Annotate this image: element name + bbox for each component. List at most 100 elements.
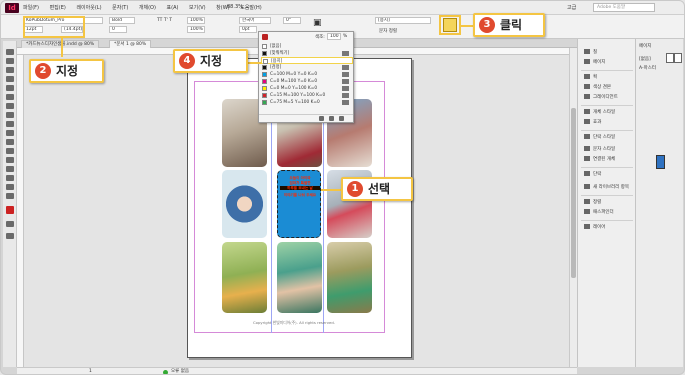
panel-object-styles[interactable]: 개체 스타일 [584,109,615,117]
card-text-line-4: 이야기를 나눠 주세요 [283,193,317,197]
panel-gradient[interactable]: 그레이디언트 [584,94,618,102]
card-text-line-1: 오늘이 아이와 [289,176,311,180]
pen-tool-icon[interactable] [6,103,14,109]
gradient-tool-icon[interactable] [6,157,14,163]
help-search-input[interactable]: Adobe 도움말 [593,3,655,12]
pages-a-master[interactable]: A-마스터 [639,65,656,71]
font-style-field[interactable]: Bold [109,17,135,24]
panel-effects[interactable]: 효과 [584,119,601,127]
card-text-line-3: 하루를 보내는 날 [280,186,320,190]
screen-mode-icon[interactable] [6,233,14,239]
callout-4-connector [247,62,261,64]
swatch-button-highlight [439,15,461,35]
selection-tool-icon[interactable] [6,49,14,55]
type-tool-icon[interactable] [6,85,14,91]
menu-layout[interactable]: 레이아웃(L) [76,5,101,11]
indesign-window: Id 파일(F) 편집(E) 레이아웃(L) 문자(T) 개체(O) 표(A) … [0,0,685,375]
panel-paragraph[interactable]: 단락 [584,171,601,179]
swatch-row-yellow[interactable]: C=0 M=0 Y=100 K=0 [261,85,353,92]
panel-pages[interactable]: 페이지 [584,59,605,67]
menu-file[interactable]: 파일(F) [23,5,39,11]
transform-tool-icon[interactable] [6,148,14,154]
callout-1: 1 선택 [341,177,413,201]
app-logo: Id [5,3,19,13]
tint-field[interactable]: 100 [327,33,341,40]
panel-fill[interactable]: 칠 [584,49,597,57]
vertical-scrollbar[interactable] [569,48,577,367]
swatch-row-red[interactable]: C=15 M=100 Y=100 K=0 [261,92,353,99]
baseline-field[interactable]: 0pt [239,26,257,33]
angle-field[interactable]: 0° [283,17,301,24]
panel-links[interactable]: 연결된 개체 [584,156,615,164]
fill-indicator-icon[interactable] [262,34,268,40]
apply-color-icon[interactable] [6,221,14,227]
panel-character-styles[interactable]: 문자 스타일 [584,146,615,154]
menu-edit[interactable]: 편집(E) [50,5,66,11]
swatch-row-black[interactable]: [검정] [261,64,353,71]
grid-align-label[interactable]: 문자 정렬 [379,28,397,34]
preflight-status[interactable]: 오류 없음 [171,368,189,374]
toolbox [3,41,17,367]
folder-icon[interactable] [329,116,334,121]
tab-document-2[interactable]: *문서 1 @ 80% [109,40,152,48]
line-tool-icon[interactable] [6,94,14,100]
menu-type[interactable]: 문자(T) [112,5,128,11]
fill-stroke-icon[interactable]: ▣ [313,18,322,28]
selected-text-frame[interactable]: 오늘이 아이와 엄마가 특별한 하루를 보내는 날 이야기를 나눠 주세요 [277,170,321,238]
master-thumb-left[interactable] [666,53,674,63]
hscale-field[interactable]: 100% [187,26,205,33]
swatch-row-registration[interactable]: [맞춰찍기] [261,50,353,57]
panel-swatches[interactable]: 색상 견본 [584,84,611,92]
eyedropper-tool-icon[interactable] [6,175,14,181]
menu-view[interactable]: 보기(V) [189,5,206,11]
tt-caps-icon[interactable]: TT T' T [157,18,172,23]
direct-selection-tool-icon[interactable] [6,58,14,64]
panel-stroke[interactable]: 획 [584,74,597,82]
fill-stroke-swatch-icon[interactable] [6,206,14,214]
photo-8[interactable] [277,242,322,313]
scroll-thumb[interactable] [571,108,576,278]
gap-tool-icon[interactable] [6,76,14,82]
page-tool-icon[interactable] [6,67,14,73]
language-field[interactable]: 한국어 [239,17,271,24]
frame-tool-icon[interactable] [6,121,14,127]
pencil-tool-icon[interactable] [6,112,14,118]
panel-pathfinder[interactable]: 패스파인더 [584,209,614,217]
photo-7[interactable] [222,242,267,313]
swatch-row-cyan[interactable]: C=100 M=0 Y=0 K=0 [261,71,353,78]
photo-9[interactable] [327,242,372,313]
links-icon [584,156,590,161]
swatch-row-green[interactable]: C=75 M=5 Y=100 K=0 [261,99,353,106]
menu-table[interactable]: 표(A) [167,5,179,11]
page-1-thumb[interactable] [656,155,665,169]
zoom-tool-icon[interactable] [6,193,14,199]
hand-tool-icon[interactable] [6,184,14,190]
pages-panel-title[interactable]: 페이지 [639,43,651,49]
menu-help[interactable]: 도움말(H) [240,5,261,11]
zoom-level[interactable]: 88.3% [227,4,243,10]
note-tool-icon[interactable] [6,166,14,172]
master-thumb-right[interactable] [674,53,682,63]
stroke-icon [584,74,590,79]
panel-layers[interactable]: 레이어 [584,224,605,232]
card-text-line-2: 엄마가 특별한 [289,181,311,185]
panel-library[interactable]: 새 라이브러리 항목 [584,184,629,192]
color-field[interactable]: [용지] [375,17,431,24]
trash-icon[interactable] [339,116,344,121]
panel-align[interactable]: 정렬 [584,199,601,207]
swatch-chip [262,72,267,77]
page-number[interactable]: 1 [89,368,92,374]
vscale-field[interactable]: 100% [187,17,205,24]
panel-paragraph-styles[interactable]: 단락 스타일 [584,134,615,142]
rectangle-tool-icon[interactable] [6,130,14,136]
scissors-tool-icon[interactable] [6,139,14,145]
menu-object[interactable]: 개체(O) [139,5,156,11]
swatch-row-magenta[interactable]: C=0 M=100 Y=0 K=0 [261,78,353,85]
photo-4[interactable] [222,170,267,238]
workspace-switcher[interactable]: 고급 [567,4,576,11]
tracking-field[interactable]: 0 [109,26,127,33]
new-swatch-icon[interactable] [319,116,324,121]
pages-none-master[interactable]: [없음] [639,56,651,62]
swatch-row-none[interactable]: [없음] [261,43,353,50]
swatch-row-paper[interactable]: [용지] [261,57,353,64]
